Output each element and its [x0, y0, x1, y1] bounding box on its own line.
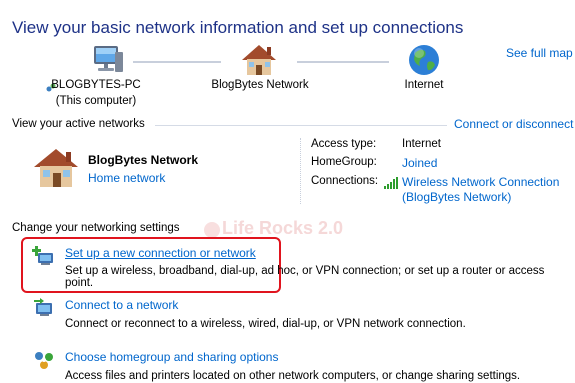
- home-network-large-icon[interactable]: [32, 147, 80, 189]
- active-networks-heading: View your active networks: [12, 118, 145, 130]
- connect-disconnect-link[interactable]: Connect or disconnect: [454, 117, 573, 131]
- computer-icon[interactable]: [88, 44, 124, 78]
- task-connect-network-link[interactable]: Connect to a network: [65, 298, 178, 312]
- watermark-logo-icon: [204, 222, 220, 238]
- task-connect-network-desc: Connect or reconnect to a wireless, wire…: [65, 318, 466, 330]
- divider: [155, 125, 447, 126]
- watermark-text: Life Rocks 2.0: [222, 218, 344, 238]
- homegroup-link[interactable]: Joined: [402, 156, 437, 170]
- globe-icon[interactable]: [406, 42, 442, 78]
- wireless-connection-link[interactable]: Wireless Network Connection: [402, 175, 559, 189]
- home-network-icon[interactable]: [239, 42, 279, 78]
- connections-label: Connections:: [311, 175, 379, 187]
- see-full-map-link[interactable]: See full map: [506, 46, 573, 60]
- map-connector: [133, 61, 221, 63]
- task-homegroup-desc: Access files and printers located on oth…: [65, 370, 521, 382]
- wireless-connection-sub[interactable]: (BlogBytes Network): [402, 190, 511, 204]
- access-type-label: Access type:: [311, 138, 377, 150]
- task-homegroup-link[interactable]: Choose homegroup and sharing options: [65, 350, 278, 364]
- task-new-connection-link[interactable]: Set up a new connection or network: [65, 246, 256, 260]
- task-new-connection-desc: Set up a wireless, broadband, dial-up, a…: [65, 265, 545, 289]
- page-title: View your basic network information and …: [12, 18, 464, 37]
- settings-heading: Change your networking settings: [12, 222, 180, 234]
- internet-label: Internet: [404, 79, 444, 91]
- homegroup-icon[interactable]: [32, 348, 56, 372]
- network-name: BlogBytes Network: [211, 79, 309, 91]
- map-connector: [297, 61, 389, 63]
- new-connection-icon[interactable]: [32, 244, 56, 268]
- computer-name: BLOGBYTES-PC: [51, 79, 141, 91]
- signal-bars-icon: [384, 176, 398, 189]
- connect-network-icon[interactable]: [32, 296, 56, 320]
- network-type-link[interactable]: Home network: [88, 171, 165, 185]
- vertical-divider: [300, 138, 302, 204]
- homegroup-label: HomeGroup:: [311, 156, 377, 168]
- computer-sub: (This computer): [55, 95, 137, 107]
- access-type-value: Internet: [402, 138, 441, 150]
- active-network-name: BlogBytes Network: [88, 153, 199, 167]
